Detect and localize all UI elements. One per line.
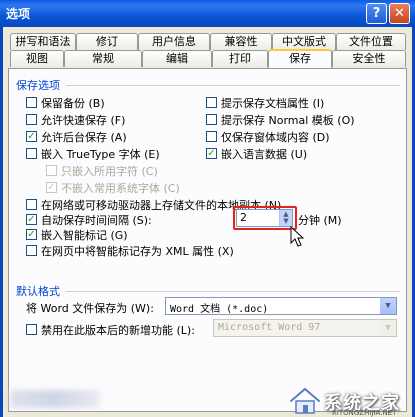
embed-language-data-checkbox[interactable]: ✓ [206, 148, 217, 159]
no-common-fonts-checkbox[interactable]: ✓ [46, 182, 57, 193]
local-copy-checkbox[interactable] [26, 199, 37, 210]
prompt-normal-template-checkbox[interactable] [206, 114, 217, 125]
minutes-label: 分钟 (M) [298, 214, 342, 227]
tab-view[interactable]: 视图 [10, 50, 64, 67]
tab-chinese-layout[interactable]: 中文版式 [272, 33, 336, 50]
keep-backup-label: 保留备份 (B) [41, 97, 105, 110]
embed-truetype-label: 嵌入 TrueType 字体 (E) [41, 148, 160, 161]
disable-version-value: Microsoft Word 97 [218, 322, 321, 333]
watermark: 系统之家 XITONGZHIJIA.NET [286, 384, 415, 417]
embed-used-chars-label: 只嵌入所用字符 (C) [61, 165, 158, 178]
background-save-label: 允许后台保存 (A) [41, 131, 127, 144]
disable-features-label: 禁用在此版本后的新增功能 (L): [41, 324, 195, 337]
tab-compatibility[interactable]: 兼容性 [210, 33, 272, 50]
watermark-url: XITONGZHIJIA.NET [332, 409, 397, 417]
embed-truetype-checkbox[interactable] [26, 148, 37, 159]
house-logo-icon [289, 386, 321, 414]
divider [66, 85, 400, 86]
disable-features-checkbox[interactable] [26, 324, 37, 335]
window-title: 选项 [6, 7, 31, 21]
help-button[interactable]: ? [366, 3, 387, 24]
xml-props-label: 在网页中将智能标记存为 XML 属性 (X) [41, 245, 234, 258]
autosave-label: 自动保存时间间隔 (S): [41, 214, 152, 227]
tab-file-locations[interactable]: 文件位置 [336, 33, 406, 50]
title-bar: 选项 ? ✕ [0, 0, 415, 27]
chevron-down-icon[interactable]: ▼ [380, 320, 396, 336]
no-common-fonts-label: 不嵌入常用系统字体 (C) [61, 182, 180, 195]
tab-user-info[interactable]: 用户信息 [138, 33, 210, 50]
tab-revisions[interactable]: 修订 [76, 33, 138, 50]
default-format-title: 默认格式 [16, 285, 60, 298]
save-as-value: Word 文档 (*.doc) [170, 304, 269, 315]
tab-edit[interactable]: 编辑 [142, 50, 212, 67]
tab-save[interactable]: 保存 [268, 49, 332, 68]
fast-save-checkbox[interactable] [26, 114, 37, 125]
tab-general[interactable]: 常规 [64, 50, 142, 67]
prompt-normal-template-label: 提示保存 Normal 模板 (O) [221, 114, 355, 127]
embed-smart-tags-checkbox[interactable]: ✓ [26, 229, 37, 240]
divider [66, 291, 400, 292]
close-button[interactable]: ✕ [389, 3, 410, 24]
autosave-checkbox[interactable]: ✓ [26, 214, 37, 225]
form-data-only-label: 仅保存窗体域内容 (D) [221, 131, 330, 144]
save-as-label: 将 Word 文件保存为 (W): [26, 302, 154, 315]
save-as-select[interactable]: Word 文档 (*.doc) ▼ [165, 297, 397, 315]
save-options-title: 保存选项 [16, 79, 60, 92]
tab-print[interactable]: 打印 [212, 50, 268, 67]
embed-used-chars-checkbox[interactable] [46, 165, 57, 176]
background-save-checkbox[interactable]: ✓ [26, 131, 37, 142]
fast-save-label: 允许快速保存 (F) [41, 114, 126, 127]
keep-backup-checkbox[interactable] [26, 97, 37, 108]
highlight-box [233, 206, 297, 230]
chevron-down-icon[interactable]: ▼ [380, 298, 396, 314]
tab-spelling-grammar[interactable]: 拼写和语法 [10, 33, 76, 50]
prompt-doc-props-label: 提示保存文档属性 (I) [221, 97, 325, 110]
embed-smart-tags-label: 嵌入智能标记 (G) [41, 229, 128, 242]
blurred-button-area [10, 390, 100, 408]
embed-language-data-label: 嵌入语言数据 (U) [221, 148, 308, 161]
prompt-doc-props-checkbox[interactable] [206, 97, 217, 108]
disable-version-select[interactable]: Microsoft Word 97 ▼ [213, 319, 397, 337]
xml-props-checkbox[interactable] [26, 245, 37, 256]
tab-security[interactable]: 安全性 [332, 50, 406, 67]
form-data-only-checkbox[interactable] [206, 131, 217, 142]
mouse-cursor-icon [290, 226, 304, 247]
